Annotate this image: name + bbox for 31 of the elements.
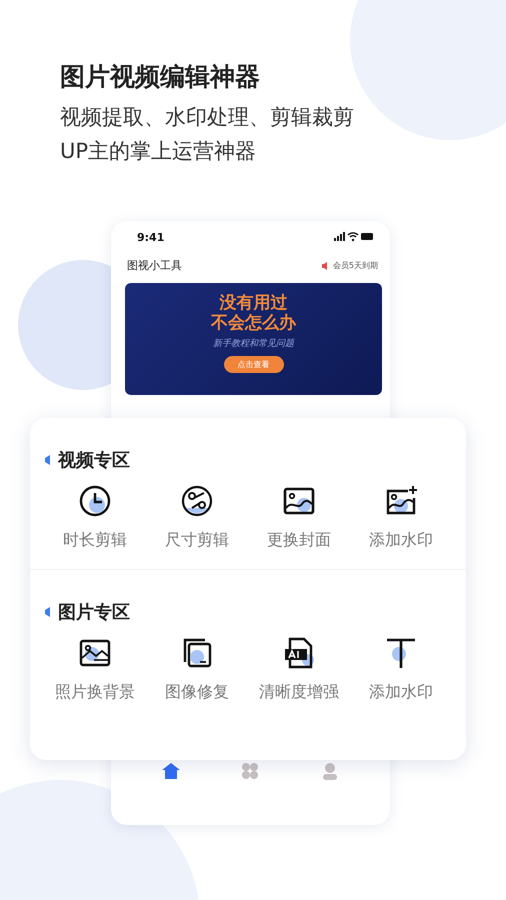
app-title: 图视小工具 bbox=[127, 258, 182, 273]
tool-button[interactable]: 清晰度增强 bbox=[248, 636, 350, 703]
section-title: 图片专区 bbox=[58, 601, 130, 624]
tool-button[interactable]: 尺寸剪辑 bbox=[146, 484, 248, 551]
speaker-icon bbox=[322, 262, 330, 270]
tool-button[interactable]: 添加水印 bbox=[350, 484, 452, 551]
scissors-icon bbox=[180, 484, 214, 518]
tutorial-banner[interactable]: 没有用过 不会怎么办 新手教程和常见问题 点击查看 bbox=[125, 283, 382, 395]
status-icons-drawing bbox=[334, 232, 374, 242]
banner-title: 没有用过 bbox=[220, 293, 288, 313]
banner-subtitle: 新手教程和常见问题 bbox=[213, 338, 294, 350]
tool-button[interactable]: 时长剪辑 bbox=[44, 484, 146, 551]
section-marker-icon bbox=[44, 607, 50, 617]
membership-notice: 会员5天到期 bbox=[332, 260, 378, 271]
tool-button[interactable]: 添加水印 bbox=[350, 636, 452, 703]
tool-button[interactable]: 照片换背景 bbox=[44, 636, 146, 703]
status-time: 9:41 bbox=[137, 230, 164, 244]
clock-icon bbox=[78, 484, 112, 518]
home-icon bbox=[160, 761, 181, 781]
grid-icon bbox=[240, 761, 260, 781]
tool-button[interactable]: 图像修复 bbox=[146, 636, 248, 703]
banner-title: 不会怎么办 bbox=[211, 313, 296, 333]
ai-document-icon bbox=[282, 636, 316, 670]
section-marker-icon bbox=[44, 455, 50, 465]
section-title: 视频专区 bbox=[58, 449, 130, 472]
tagline: 视频提取、水印处理、剪辑裁剪 bbox=[60, 104, 355, 131]
view-button[interactable]: 点击查看 bbox=[224, 356, 284, 373]
headline: 图片视频编辑神器 bbox=[60, 61, 261, 93]
tool-button[interactable]: 更换封面 bbox=[248, 484, 350, 551]
text-icon bbox=[384, 636, 418, 670]
tagline: UP主的掌上运营神器 bbox=[60, 138, 258, 165]
